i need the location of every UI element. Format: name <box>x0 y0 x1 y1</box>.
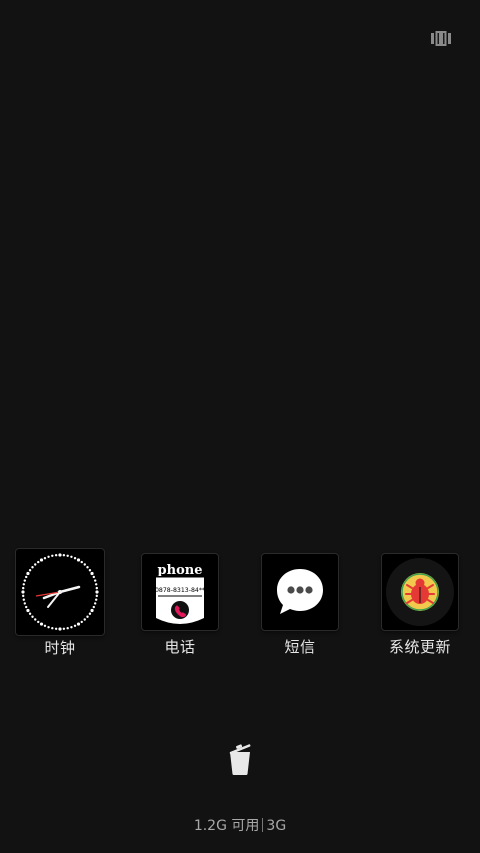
clock-dot <box>92 605 96 609</box>
clock-dot <box>37 620 40 624</box>
trash-icon <box>229 744 251 775</box>
clock-dot <box>22 598 26 601</box>
recent-app-messages[interactable]: 短信 <box>240 548 360 658</box>
clock-dot <box>80 620 83 624</box>
clock-dot <box>26 608 30 613</box>
clock-dot <box>34 618 37 621</box>
clock-dot <box>66 626 69 630</box>
clock-dot <box>93 579 97 582</box>
clock-dot <box>47 555 50 559</box>
memory-available: 1.2G 可用 <box>193 818 260 834</box>
clock-dot <box>88 612 92 615</box>
clock-dot <box>86 615 89 618</box>
clock-dot <box>58 627 62 631</box>
clock-dot <box>24 605 28 609</box>
clock-dot <box>92 575 96 579</box>
clock-dot <box>70 555 73 559</box>
recent-app-label: 电话 <box>164 638 196 656</box>
clock-dot <box>54 554 58 557</box>
clock-dot <box>22 586 25 590</box>
recent-app-label: 时钟 <box>44 639 76 657</box>
clock-dot <box>95 594 98 598</box>
clock-dot <box>22 594 25 598</box>
clock-dot <box>23 602 27 605</box>
clock-dot <box>31 566 34 569</box>
clock-dot <box>37 560 40 564</box>
clock-dot <box>95 590 99 594</box>
clock-dot <box>76 558 81 562</box>
clock-dot <box>90 608 94 613</box>
phone-icon[interactable]: phone 0878-8313-84** <box>142 554 218 630</box>
clock-dot <box>83 618 86 621</box>
clock-dot <box>62 554 66 557</box>
clock-dot <box>51 554 54 558</box>
phone-thumb-title: phone <box>158 563 203 578</box>
clock-dot <box>76 622 81 626</box>
clock-dot <box>34 563 37 566</box>
clock-dot <box>43 624 47 628</box>
clock-dot <box>62 627 66 630</box>
clock-dot <box>93 602 97 605</box>
clock-dot <box>26 571 30 576</box>
clock-dot <box>94 583 98 586</box>
clear-all-button[interactable] <box>226 740 254 776</box>
phone-thumb-number: 0878-8313-84** <box>155 587 205 594</box>
recent-app-system-update[interactable]: 系统更新 <box>360 548 480 658</box>
clock-dot <box>22 583 26 586</box>
recent-app-label: 系统更新 <box>388 638 451 656</box>
clock-dot <box>95 586 98 590</box>
recent-app-clock[interactable]: 时钟 <box>0 548 120 658</box>
memory-status: 1.2G 可用 3G <box>0 815 480 835</box>
clock-dot <box>23 579 27 582</box>
clock-dot <box>31 615 34 618</box>
divider <box>262 818 264 832</box>
clock-dot <box>73 624 77 628</box>
clock-dot <box>47 625 50 629</box>
clock-dot <box>73 556 77 560</box>
clock-dot <box>66 554 69 558</box>
clock-dot <box>39 622 44 626</box>
recent-app-label: 短信 <box>284 638 316 656</box>
clock-dot <box>90 571 94 576</box>
grid-toggle-icon[interactable] <box>431 31 451 46</box>
clock-dot <box>54 627 58 630</box>
clock-dot <box>88 569 92 572</box>
clock-dot <box>51 626 54 630</box>
clock-dot <box>21 590 25 594</box>
clock-dot <box>24 575 28 579</box>
clock-dot <box>39 558 44 562</box>
clock-dot <box>58 553 62 557</box>
recent-app-phone[interactable]: phone 0878-8313-84** 电话 <box>120 548 240 658</box>
clock-dot <box>94 598 98 601</box>
clock-dot <box>83 563 86 566</box>
message-icon[interactable] <box>262 554 338 630</box>
clock-icon[interactable] <box>16 549 104 635</box>
clock-dot <box>28 612 32 615</box>
recent-apps-list: 时钟 phone 0878-8313-84** 电话 短信 系统更新 <box>0 548 480 658</box>
clock-dot <box>80 560 83 564</box>
clock-dot <box>28 569 32 572</box>
clock-dot <box>70 625 73 629</box>
clock-dot <box>86 566 89 569</box>
memory-total: 3G <box>266 818 287 834</box>
bug-icon[interactable] <box>382 554 458 630</box>
clock-dot <box>43 556 47 560</box>
